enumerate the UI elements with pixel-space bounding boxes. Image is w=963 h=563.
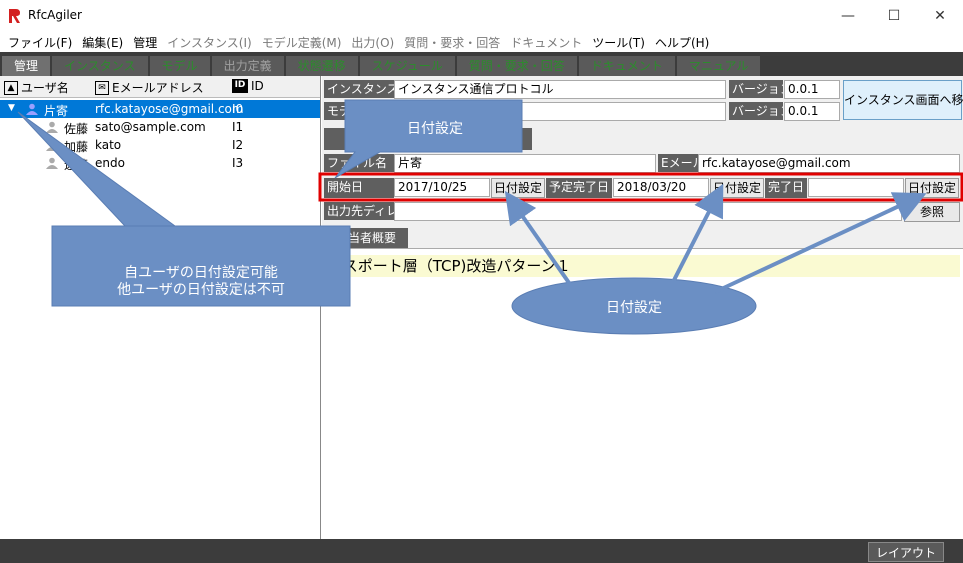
user-id: I1 — [232, 120, 244, 134]
browse-button[interactable]: 参照 — [904, 202, 960, 222]
menu-qa[interactable]: 質問・要求・回答 — [404, 34, 500, 51]
user-id: I3 — [232, 156, 244, 170]
column-label-username: ユーザ名 — [21, 81, 69, 95]
menu-instance[interactable]: インスタンス(I) — [167, 34, 251, 51]
menu-document[interactable]: ドキュメント — [510, 34, 582, 51]
title-bar: RfcAgiler — ☐ ✕ — [0, 0, 963, 32]
start-date-field[interactable]: 2017/10/25 — [394, 178, 490, 197]
user-icon — [46, 157, 58, 169]
start-date-label: 開始日 — [324, 178, 394, 198]
instance-version-label: バージョン — [729, 80, 783, 98]
tab-state-transition[interactable]: 状態遷移 — [285, 56, 358, 76]
completion-date-set-button[interactable]: 日付設定 — [905, 178, 959, 198]
email-label: Eメール — [658, 154, 698, 172]
user-name: 加藤 — [64, 140, 89, 154]
id-icon: ID — [232, 79, 248, 93]
user-email: rfc.katayose@gmail.com — [95, 102, 244, 116]
user-list-header: ▲ ユーザ名 ✉ Eメールアドレス ID ID — [0, 76, 320, 98]
user-list-pane: ▲ ユーザ名 ✉ Eメールアドレス ID ID ▼ 片寄 rfc.katayos… — [0, 76, 321, 539]
goto-instance-button[interactable]: インスタンス画面へ移動 — [843, 80, 963, 120]
planned-date-label: 予定完了日 — [546, 178, 612, 198]
model-label: モデル — [324, 102, 394, 120]
planned-date-set-button[interactable]: 日付設定 — [710, 178, 764, 198]
user-id: I0 — [232, 102, 244, 116]
app-logo-icon — [8, 8, 22, 24]
output-dir-label: 出力先ディレ — [324, 202, 394, 220]
menu-bar: ファイル(F) 編集(E) 管理 インスタンス(I) モデル定義(M) 出力(O… — [0, 32, 963, 52]
column-header-username[interactable]: ▲ ユーザ名 — [4, 79, 69, 96]
file-name-label: ファイル名 — [324, 154, 394, 172]
callout-bottom-text: 日付設定 — [606, 300, 662, 316]
status-bar: レイアウト — [0, 539, 963, 563]
menu-model-definition[interactable]: モデル定義(M) — [262, 34, 342, 51]
instance-name-field[interactable]: インスタンス通信プロトコル — [394, 80, 726, 99]
tab-manage[interactable]: 管理 — [2, 56, 51, 76]
completion-date-field[interactable] — [808, 178, 904, 197]
menu-output[interactable]: 出力(O) — [351, 34, 394, 51]
column-label-id: ID — [251, 79, 264, 93]
pattern-item[interactable]: ンスポート層（TCP)改造パターン１ — [326, 255, 960, 277]
user-row[interactable]: 遠藤 endo I3 — [0, 154, 320, 172]
tab-schedule[interactable]: スケジュール — [359, 56, 455, 76]
model-version-field[interactable]: 0.0.1 — [784, 102, 840, 121]
user-row[interactable]: ▼ 片寄 rfc.katayose@gmail.com I0 — [0, 100, 320, 118]
user-icon — [46, 139, 58, 151]
menu-edit[interactable]: 編集(E) — [82, 34, 123, 51]
summary-area: ンスポート層（TCP)改造パターン１ — [322, 248, 963, 539]
user-icon — [46, 121, 58, 133]
tab-model[interactable]: モデル — [149, 56, 210, 76]
user-row[interactable]: 加藤 kato I2 — [0, 136, 320, 154]
envelope-icon: ✉ — [95, 80, 109, 95]
main-tab-bar: 管理 インスタンス モデル 出力定義 状態遷移 スケジュール 質問・要求・回答 … — [0, 52, 963, 76]
email-field[interactable]: rfc.katayose@gmail.com — [698, 154, 960, 173]
user-email: sato@sample.com — [95, 120, 206, 134]
tab-instance[interactable]: インスタンス — [52, 56, 148, 76]
person-icon: ▲ — [4, 80, 18, 95]
callout-left-text-line2: 他ユーザの日付設定は不可 — [117, 282, 285, 298]
instance-version-field[interactable]: 0.0.1 — [784, 80, 840, 99]
minimize-button[interactable]: — — [825, 0, 871, 32]
file-name-field[interactable]: 片寄 — [394, 154, 656, 173]
close-button[interactable]: ✕ — [917, 0, 963, 32]
start-date-set-button[interactable]: 日付設定 — [491, 178, 545, 198]
user-name: 遠藤 — [64, 158, 89, 172]
column-header-id[interactable]: ID ID — [232, 79, 264, 93]
column-header-email[interactable]: ✉ Eメールアドレス — [95, 79, 204, 96]
user-row[interactable]: 佐藤 sato@sample.com I1 — [0, 118, 320, 136]
user-name: 片寄 — [44, 104, 69, 118]
maximize-button[interactable]: ☐ — [871, 0, 917, 32]
tab-document[interactable]: ドキュメント — [578, 56, 675, 76]
tab-qa[interactable]: 質問・要求・回答 — [456, 56, 577, 76]
user-email: kato — [95, 138, 122, 152]
tab-assignee-summary[interactable]: 担当者概要 — [324, 228, 408, 250]
model-version-label: バージョン — [729, 102, 783, 120]
completion-date-label: 完了日 — [765, 178, 807, 198]
output-dir-field[interactable] — [394, 202, 902, 221]
tab-output-definition[interactable]: 出力定義 — [211, 56, 284, 76]
menu-manage[interactable]: 管理 — [133, 34, 157, 51]
user-email: endo — [95, 156, 125, 170]
column-label-email: Eメールアドレス — [112, 81, 204, 95]
menu-help[interactable]: ヘルプ(H) — [655, 34, 709, 51]
callout-top-text: 日付設定 — [407, 121, 463, 137]
user-icon — [26, 103, 38, 115]
menu-file[interactable]: ファイル(F) — [8, 34, 72, 51]
expand-arrow-icon[interactable]: ▼ — [8, 103, 15, 113]
layout-button[interactable]: レイアウト — [868, 542, 944, 562]
user-name: 佐藤 — [64, 122, 89, 136]
menu-tools[interactable]: ツール(T) — [592, 34, 645, 51]
instance-name-label: インスタンス名 — [324, 80, 394, 98]
user-id: I2 — [232, 138, 244, 152]
app-window: RfcAgiler — ☐ ✕ ファイル(F) 編集(E) 管理 インスタンス(… — [0, 0, 963, 563]
window-title: RfcAgiler — [28, 8, 82, 22]
planned-date-field[interactable]: 2018/03/20 — [613, 178, 709, 197]
tab-manual[interactable]: マニュアル — [676, 56, 761, 76]
